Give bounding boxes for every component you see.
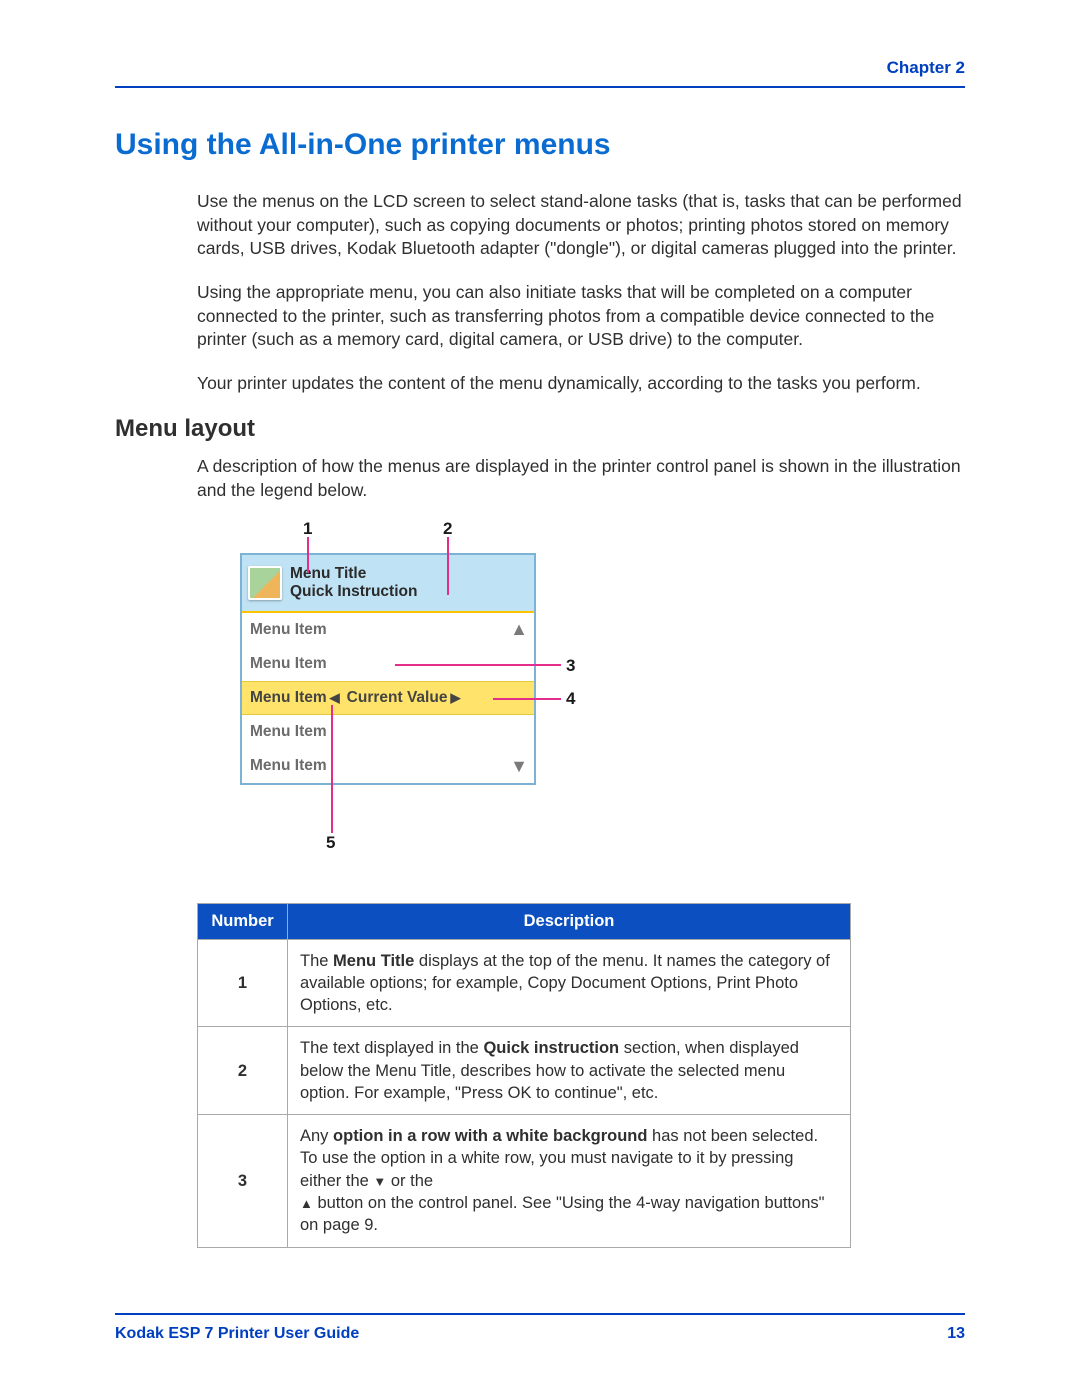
chapter-label: Chapter 2 (115, 58, 965, 88)
legend-num: 3 (198, 1115, 288, 1247)
menu-title-text: Menu Title (290, 565, 417, 583)
paragraph: Your printer updates the content of the … (197, 372, 965, 396)
section-title: Using the All-in-One printer menus (115, 128, 965, 162)
callout-2: 2 (443, 519, 452, 539)
scroll-up-icon: ▲ (510, 619, 528, 640)
menu-item: Menu Item (242, 647, 534, 681)
menu-illustration: 1 2 3 4 5 Menu Title Quick Instruction M… (240, 523, 680, 873)
callout-5: 5 (326, 833, 335, 853)
lcd-menu-header: Menu Title Quick Instruction (242, 555, 534, 613)
menu-item-label: Menu Item (250, 689, 327, 707)
legend-table: Number Description 1 The Menu Title disp… (197, 903, 851, 1248)
legend-header-description: Description (288, 903, 851, 939)
paragraph: Using the appropriate menu, you can also… (197, 281, 965, 352)
footer-guide-name: Kodak ESP 7 Printer User Guide (115, 1325, 359, 1343)
footer-page-number: 13 (947, 1325, 965, 1343)
callout-3: 3 (566, 656, 575, 676)
table-row: 2 The text displayed in the Quick instru… (198, 1027, 851, 1115)
legend-header-number: Number (198, 903, 288, 939)
legend-num: 2 (198, 1027, 288, 1115)
table-row: 3 Any option in a row with a white backg… (198, 1115, 851, 1247)
left-arrow-icon: ◀ (330, 690, 340, 706)
lcd-menu: Menu Title Quick Instruction Menu Item M… (240, 553, 536, 785)
paragraph: Use the menus on the LCD screen to selec… (197, 190, 965, 261)
paragraph: A description of how the menus are displ… (197, 455, 965, 502)
scroll-down-icon: ▼ (510, 756, 528, 777)
subsection-title: Menu layout (115, 415, 965, 443)
page-footer: Kodak ESP 7 Printer User Guide 13 (115, 1313, 965, 1343)
scroll-arrows: ▲ ▼ (502, 613, 528, 783)
legend-desc: The Menu Title displays at the top of th… (288, 939, 851, 1027)
menu-item: Menu Item (242, 749, 534, 783)
photo-icon (248, 566, 282, 600)
right-arrow-icon: ▶ (450, 690, 460, 706)
legend-num: 1 (198, 939, 288, 1027)
callout-4: 4 (566, 689, 575, 709)
current-value-label: Current Value (347, 689, 448, 707)
lcd-menu-rows: Menu Item Menu Item Menu Item ◀ Current … (242, 613, 534, 783)
table-row: 1 The Menu Title displays at the top of … (198, 939, 851, 1027)
callout-1: 1 (303, 519, 312, 539)
menu-item: Menu Item (242, 715, 534, 749)
legend-desc: Any option in a row with a white backgro… (288, 1115, 851, 1247)
legend-desc: The text displayed in the Quick instruct… (288, 1027, 851, 1115)
down-triangle-icon: ▼ (373, 1173, 386, 1191)
quick-instruction-text: Quick Instruction (290, 583, 417, 601)
up-triangle-icon: ▲ (300, 1195, 313, 1213)
menu-item: Menu Item (242, 613, 534, 647)
menu-item-selected: Menu Item ◀ Current Value ▶ (242, 681, 534, 715)
